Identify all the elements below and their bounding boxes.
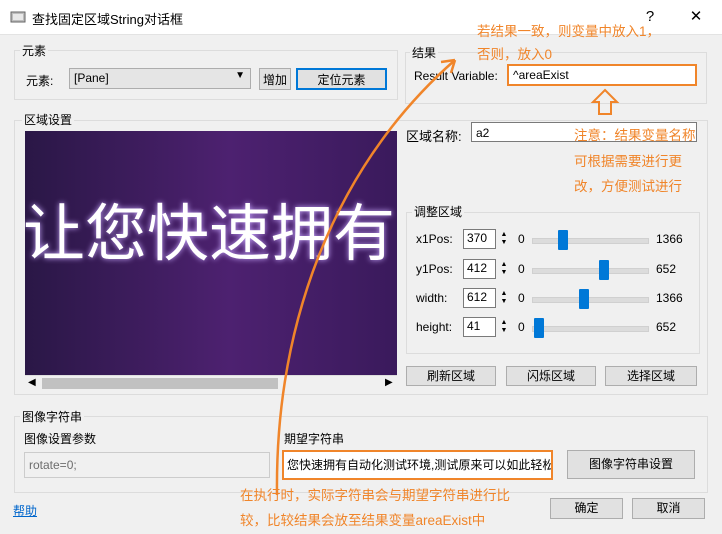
adjust-max-label: 652 (656, 320, 677, 334)
annotation-bottom-line2: 较，比较结果会放至结果变量areaExist中 (240, 513, 486, 528)
preview-scrollbar[interactable]: ◀ ▶ (25, 375, 397, 391)
adjust-row-label: x1Pos: (416, 232, 453, 246)
adjust-value-input[interactable]: 41 (463, 317, 496, 337)
help-link[interactable]: 帮助 (13, 502, 37, 519)
element-combo[interactable]: [Pane] ▼ (69, 68, 251, 89)
adjust-row-label: y1Pos: (416, 262, 453, 276)
select-region-button[interactable]: 选择区域 (605, 366, 697, 386)
expected-string-label: 期望字符串 (284, 432, 345, 446)
adjust-value-input[interactable]: 612 (463, 288, 496, 308)
adjust-min-label: 0 (518, 291, 525, 305)
image-string-group-label: 图像字符串 (20, 408, 85, 425)
adjust-slider-track[interactable] (532, 326, 649, 332)
spin-icon[interactable]: ▲ ▼ (498, 319, 510, 335)
adjust-slider-thumb[interactable] (558, 230, 568, 250)
element-combo-value: [Pane] (74, 71, 109, 85)
element-group-label: 元素 (20, 42, 49, 59)
adjust-max-label: 652 (656, 262, 677, 276)
flash-region-button[interactable]: 闪烁区域 (506, 366, 596, 386)
annotation-top-line2: 否则，放入0 (477, 47, 553, 62)
scroll-left-icon[interactable]: ◀ (28, 377, 36, 388)
spin-icon[interactable]: ▲ ▼ (498, 261, 510, 277)
annotation-note-line2: 可根据需要进行更 (574, 154, 682, 169)
adjust-min-label: 0 (518, 262, 525, 276)
cancel-button[interactable]: 取消 (632, 498, 705, 519)
element-field-label: 元素: (26, 74, 54, 88)
adjust-max-label: 1366 (656, 232, 683, 246)
annotation-note-line1: 注意：结果变量名称 (574, 128, 696, 143)
annotation-bottom-line1: 在执行时，实际字符串会与期望字符串进行比 (240, 488, 510, 503)
adjust-min-label: 0 (518, 320, 525, 334)
app-icon (10, 9, 26, 25)
ok-button[interactable]: 确定 (550, 498, 623, 519)
refresh-region-button[interactable]: 刷新区域 (406, 366, 496, 386)
image-string-settings-button[interactable]: 图像字符串设置 (567, 450, 695, 479)
adjust-slider-track[interactable] (532, 297, 649, 303)
adjust-value-input[interactable]: 412 (463, 259, 496, 279)
image-params-input[interactable]: rotate=0; (24, 452, 270, 478)
add-button[interactable]: 增加 (259, 68, 291, 90)
adjust-slider-thumb[interactable] (579, 289, 589, 309)
region-group-label: 区域设置 (22, 111, 75, 128)
adjust-min-label: 0 (518, 232, 525, 246)
preview-text: 让您快速拥有自动化测试环境，测 (25, 197, 397, 270)
spin-icon[interactable]: ▲ ▼ (498, 231, 510, 247)
adjust-value-input[interactable]: 370 (463, 229, 496, 249)
adjust-slider-track[interactable] (532, 238, 649, 244)
spin-icon[interactable]: ▲ ▼ (498, 290, 510, 306)
result-group-label: 结果 (410, 44, 439, 61)
annotation-top-line1: 若结果一致，则变量中放入1， (477, 24, 661, 39)
scroll-right-icon[interactable]: ▶ (385, 377, 393, 388)
adjust-max-label: 1366 (656, 291, 683, 305)
adjust-slider-track[interactable] (532, 268, 649, 274)
close-icon[interactable]: ✕ (682, 4, 710, 30)
region-preview-image: 让您快速拥有自动化测试环境，测 (25, 131, 397, 375)
region-name-label: 区域名称: (406, 129, 462, 144)
expected-string-input[interactable]: 您快速拥有自动化测试环境,测试原来可以如此轻松 (282, 450, 553, 480)
image-params-label: 图像设置参数 (24, 432, 97, 446)
adjust-row-label: width: (416, 291, 448, 305)
adjust-slider-thumb[interactable] (599, 260, 609, 280)
result-variable-input[interactable]: ^areaExist (507, 64, 697, 86)
annotation-note-line3: 改，方便测试进行 (574, 179, 682, 194)
chevron-down-icon: ▼ (235, 70, 245, 81)
locate-element-button[interactable]: 定位元素 (296, 68, 387, 90)
result-variable-label: Result Variable: (414, 69, 498, 83)
adjust-row-label: height: (416, 320, 453, 334)
scroll-thumb[interactable] (42, 378, 278, 389)
adjust-slider-thumb[interactable] (534, 318, 544, 338)
adjust-group-label: 调整区域 (412, 203, 465, 220)
window-title: 查找固定区域String对话框 (32, 12, 183, 27)
